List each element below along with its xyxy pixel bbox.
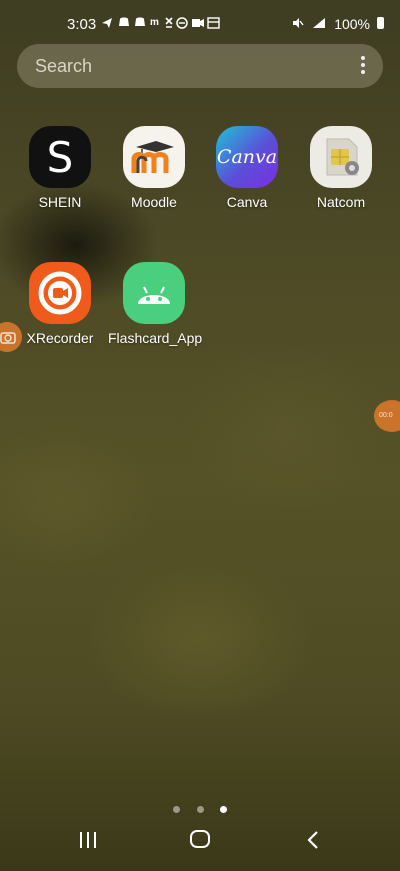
app-natcom[interactable]: Natcom — [295, 126, 387, 210]
svg-text:m: m — [150, 17, 162, 28]
sim-card-icon — [326, 138, 359, 176]
search-input[interactable] — [35, 56, 335, 77]
recorder-bubble-text: 00:0 — [379, 412, 393, 419]
shein-glyph: S — [46, 132, 74, 182]
notification-icons-strip: m — [102, 17, 220, 29]
screenshot-bubble[interactable] — [0, 322, 22, 352]
status-right-group: 100% — [292, 16, 370, 32]
battery-icon — [377, 17, 384, 29]
natcom-icon — [310, 126, 372, 188]
app-moodle[interactable]: Moodle — [108, 126, 200, 210]
xrecorder-logo — [38, 271, 82, 315]
back-icon[interactable] — [304, 830, 324, 850]
status-bar: 3:03 m 100% — [0, 0, 400, 50]
app-xrecorder[interactable]: XRecorder — [14, 262, 106, 346]
app-label-moodle: Moodle — [131, 194, 177, 210]
recents-icon[interactable] — [80, 832, 98, 848]
canva-icon: Canva — [216, 126, 278, 188]
navigation-bar — [0, 815, 400, 871]
notification-icons: m — [100, 16, 220, 33]
page-dot-3[interactable] — [219, 806, 227, 813]
app-canva[interactable]: Canva Canva — [201, 126, 293, 210]
app-label-canva: Canva — [226, 194, 268, 210]
android-robot — [138, 286, 170, 304]
status-time: 3:03 — [67, 16, 97, 33]
app-label-natcom: Natcom — [316, 194, 366, 210]
app-shein[interactable]: S SHEIN — [14, 126, 106, 210]
moodle-logo — [131, 141, 174, 173]
home-icon[interactable] — [190, 830, 210, 848]
more-vertical-icon[interactable] — [361, 56, 365, 76]
battery-percent: 100% — [334, 16, 370, 32]
android-icon — [123, 262, 185, 324]
app-label-xrecorder: XRecorder — [26, 330, 94, 346]
shein-icon: S — [29, 126, 91, 188]
search-bar[interactable] — [17, 44, 383, 88]
page-dot-2[interactable] — [196, 806, 204, 813]
xrecorder-icon — [29, 262, 91, 324]
moodle-icon — [123, 126, 185, 188]
page-dot-1[interactable] — [173, 806, 181, 813]
recorder-bubble[interactable]: 00:0 — [374, 400, 400, 432]
canva-glyph: Canva — [216, 146, 278, 168]
signal-icon — [312, 17, 326, 32]
app-flashcard[interactable]: Flashcard_App — [108, 262, 203, 346]
camera-icon — [0, 332, 16, 344]
app-label-flashcard: Flashcard_App — [108, 330, 203, 346]
app-label-shein: SHEIN — [38, 194, 82, 210]
mute-icon — [292, 17, 304, 32]
